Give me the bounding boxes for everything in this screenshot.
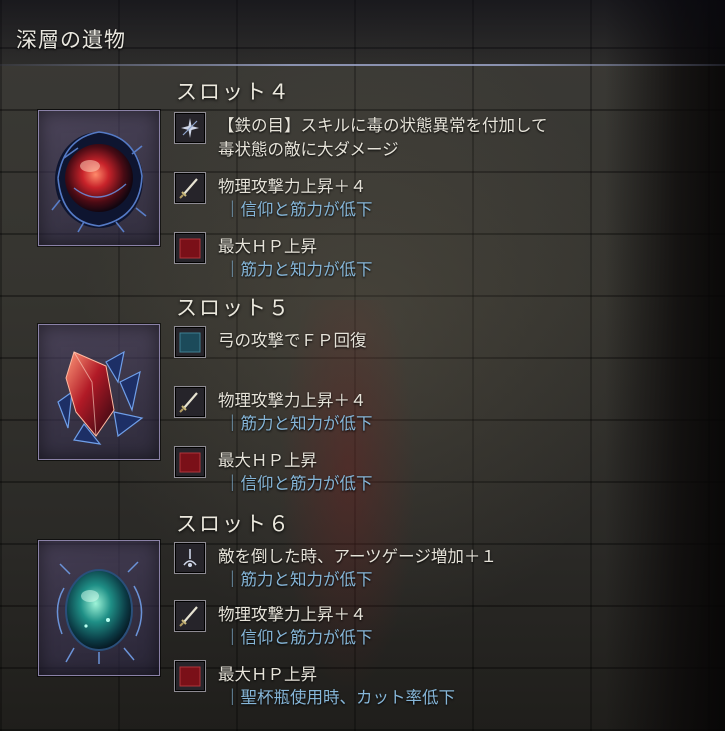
slot-4-effect-1-line-1: 【鉄の目】スキルに毒の状態異常を付加して (218, 116, 548, 135)
skill-sparkle-icon (174, 112, 206, 144)
slot-5-effect-3-penalty: ｜信仰と筋力が低下 (224, 474, 373, 493)
slot-5-effect-2-text: 物理攻撃力上昇＋４ (218, 391, 367, 410)
slot-6-effect-1-text: 敵を倒した時、アーツゲージ増加＋１ (218, 547, 497, 566)
sword-icon (174, 600, 206, 632)
background-shadow (605, 0, 725, 731)
sword-icon (174, 172, 206, 204)
arts-gauge-icon (174, 542, 206, 574)
slot-5-effect-3-text: 最大ＨＰ上昇 (218, 451, 317, 470)
slot-4-effect-3-penalty: ｜筋力と知力が低下 (224, 260, 373, 279)
header-divider (0, 64, 725, 66)
red-square-icon (174, 660, 206, 692)
slot-6-effect-3-text: 最大ＨＰ上昇 (218, 665, 317, 684)
slot-6-effect-1-penalty: ｜筋力と知力が低下 (224, 570, 373, 589)
slot-4-effect-2-penalty: ｜信仰と筋力が低下 (224, 200, 373, 219)
green-egg-relic-icon (56, 561, 143, 664)
slot-5-effect-2-penalty: ｜筋力と知力が低下 (224, 414, 373, 433)
slot-4-title: スロット４ (176, 80, 291, 104)
slot-4-relic[interactable] (38, 110, 160, 246)
red-crystal-orb-relic-icon (51, 131, 147, 233)
slot-4-effect-1-line-2: 毒状態の敵に大ダメージ (218, 140, 399, 159)
page-title: 深層の遺物 (16, 28, 126, 52)
slot-5-effect-1-text: 弓の攻撃でＦＰ回復 (218, 331, 367, 350)
slot-5-relic[interactable] (38, 324, 160, 460)
red-shard-relic-icon (57, 350, 144, 445)
slot-4-effect-3-text: 最大ＨＰ上昇 (218, 237, 317, 256)
slot-6-effect-2-penalty: ｜信仰と筋力が低下 (224, 628, 373, 647)
red-square-icon (174, 446, 206, 478)
red-square-icon (174, 232, 206, 264)
sword-icon (174, 386, 206, 418)
slot-6-title: スロット６ (176, 512, 291, 536)
teal-square-icon (174, 326, 206, 358)
slot-4-effect-2-text: 物理攻撃力上昇＋４ (218, 177, 367, 196)
slot-5-title: スロット５ (176, 296, 291, 320)
slot-6-effect-2-text: 物理攻撃力上昇＋４ (218, 605, 367, 624)
slot-6-effect-3-penalty: ｜聖杯瓶使用時、カット率低下 (224, 688, 455, 707)
slot-6-relic[interactable] (38, 540, 160, 676)
